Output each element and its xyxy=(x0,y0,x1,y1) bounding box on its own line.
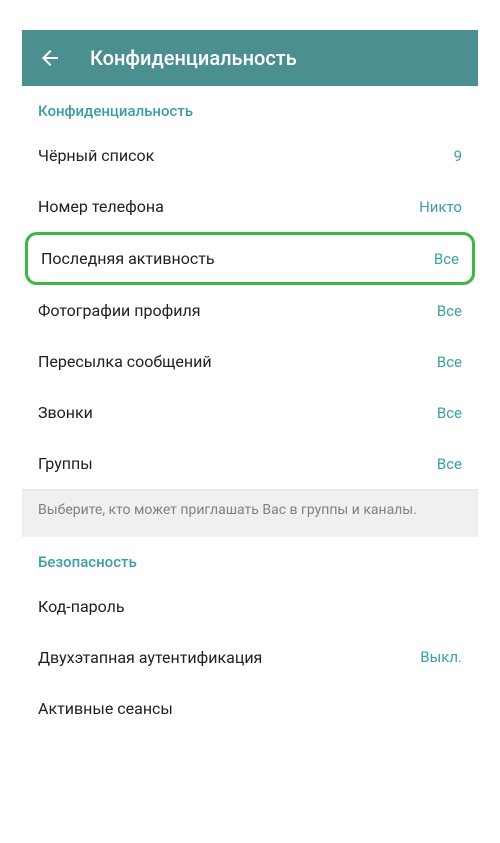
row-label: Группы xyxy=(38,454,93,473)
row-value: Все xyxy=(434,250,459,268)
row-value: Все xyxy=(437,404,462,422)
row-profile-photos[interactable]: Фотографии профиля Все xyxy=(22,285,478,336)
row-label: Пересылка сообщений xyxy=(38,352,212,371)
row-label: Фотографии профиля xyxy=(38,301,200,320)
row-two-step-verification[interactable]: Двухэтапная аутентификация Выкл. xyxy=(22,632,478,683)
back-arrow-icon[interactable] xyxy=(38,46,62,70)
page-title: Конфиденциальность xyxy=(90,46,297,70)
row-value: 9 xyxy=(454,147,462,165)
row-label: Звонки xyxy=(38,403,93,422)
row-label: Последняя активность xyxy=(41,249,215,268)
privacy-hint: Выберите, кто может приглашать Вас в гру… xyxy=(22,489,478,537)
settings-screen: Конфиденциальность Конфиденциальность Чё… xyxy=(22,30,478,813)
row-value: Все xyxy=(437,302,462,320)
row-forwarded-messages[interactable]: Пересылка сообщений Все xyxy=(22,336,478,387)
privacy-section-header: Конфиденциальность xyxy=(22,86,478,130)
row-active-sessions[interactable]: Активные сеансы xyxy=(22,683,478,734)
row-label: Активные сеансы xyxy=(38,699,173,718)
row-value: Все xyxy=(437,353,462,371)
row-label: Чёрный список xyxy=(38,146,154,165)
row-value: Выкл. xyxy=(420,648,462,666)
row-last-seen[interactable]: Последняя активность Все xyxy=(25,232,475,285)
row-passcode[interactable]: Код-пароль xyxy=(22,581,478,632)
security-section-header: Безопасность xyxy=(22,537,478,581)
row-label: Номер телефона xyxy=(38,197,164,216)
app-header: Конфиденциальность xyxy=(22,30,478,86)
row-label: Двухэтапная аутентификация xyxy=(38,648,262,667)
row-groups[interactable]: Группы Все xyxy=(22,438,478,489)
row-label: Код-пароль xyxy=(38,597,125,616)
row-blacklist[interactable]: Чёрный список 9 xyxy=(22,130,478,181)
row-phone-number[interactable]: Номер телефона Никто xyxy=(22,181,478,232)
row-value: Никто xyxy=(419,198,462,216)
content-area: Конфиденциальность Чёрный список 9 Номер… xyxy=(22,86,478,734)
row-calls[interactable]: Звонки Все xyxy=(22,387,478,438)
row-value: Все xyxy=(437,455,462,473)
